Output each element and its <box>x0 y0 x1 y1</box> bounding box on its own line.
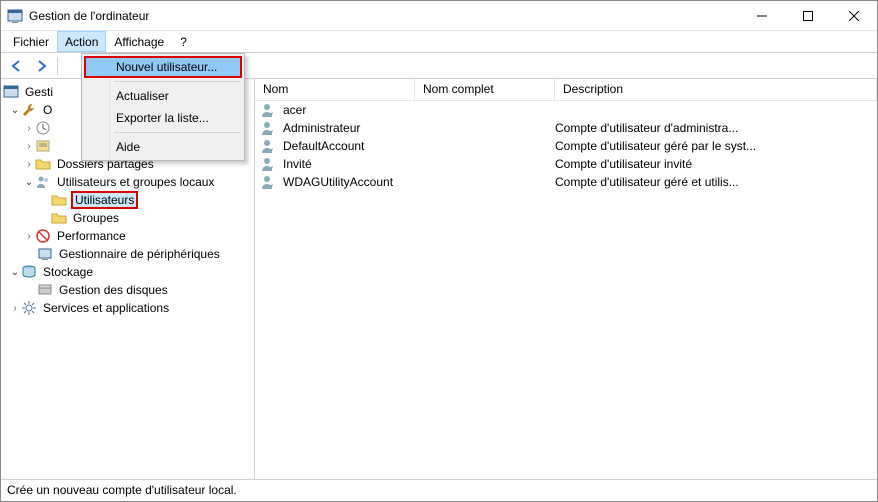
forward-button[interactable] <box>31 56 51 76</box>
user-name: DefaultAccount <box>283 139 364 153</box>
list-item[interactable]: acer <box>255 101 877 119</box>
user-icon <box>259 120 275 136</box>
menu-item-label: Aide <box>116 140 140 154</box>
expand-icon[interactable]: › <box>9 303 21 314</box>
menu-refresh[interactable]: Actualiser <box>84 85 242 107</box>
expand-icon[interactable]: ⌄ <box>23 177 35 188</box>
tree-label: Utilisateurs et groupes locaux <box>55 175 216 189</box>
user-icon <box>259 156 275 172</box>
user-name: acer <box>283 103 306 117</box>
user-name: WDAGUtilityAccount <box>283 175 393 189</box>
user-icon <box>259 102 275 118</box>
tree-label: Gestionnaire de périphériques <box>57 247 222 261</box>
expand-icon[interactable]: › <box>23 123 35 134</box>
titlebar: Gestion de l'ordinateur <box>1 1 877 31</box>
tree-label: Groupes <box>71 211 121 225</box>
expand-icon[interactable]: ⌄ <box>9 267 21 278</box>
menu-separator <box>114 132 240 133</box>
shared-folder-icon <box>35 156 51 172</box>
tree-label: Gestion des disques <box>57 283 170 297</box>
tree-label: Gesti <box>23 85 55 99</box>
users-list: Nom Nom complet Description acer Administ… <box>255 79 877 479</box>
folder-icon <box>51 192 67 208</box>
menu-item-label: Nouvel utilisateur... <box>116 60 217 74</box>
tree-performance[interactable]: › Performance <box>3 227 252 245</box>
tree-groups[interactable]: Groupes <box>3 209 252 227</box>
tree-local-users[interactable]: ⌄ Utilisateurs et groupes locaux <box>3 173 252 191</box>
tree-label: Performance <box>55 229 128 243</box>
menu-export-list[interactable]: Exporter la liste... <box>84 107 242 129</box>
expand-icon[interactable]: › <box>23 159 35 170</box>
list-item[interactable]: Invité Compte d'utilisateur invité <box>255 155 877 173</box>
status-text: Crée un nouveau compte d'utilisateur loc… <box>7 483 237 497</box>
scheduler-icon <box>35 120 51 136</box>
statusbar: Crée un nouveau compte d'utilisateur loc… <box>1 479 877 501</box>
list-item[interactable]: DefaultAccount Compte d'utilisateur géré … <box>255 137 877 155</box>
maximize-button[interactable] <box>785 1 831 31</box>
user-icon <box>259 138 275 154</box>
close-button[interactable] <box>831 1 877 31</box>
diskmgmt-icon <box>37 282 53 298</box>
menu-action[interactable]: Action <box>57 31 106 52</box>
menu-help-item[interactable]: Aide <box>84 136 242 158</box>
eventvwr-icon <box>35 138 51 154</box>
menu-separator <box>114 81 240 82</box>
expand-icon[interactable]: › <box>23 141 35 152</box>
menu-item-label: Exporter la liste... <box>116 111 209 125</box>
menu-view[interactable]: Affichage <box>106 31 172 52</box>
list-item[interactable]: WDAGUtilityAccount Compte d'utilisateur g… <box>255 173 877 191</box>
user-desc: Compte d'utilisateur géré par le syst... <box>555 139 877 153</box>
minimize-button[interactable] <box>739 1 785 31</box>
col-name[interactable]: Nom <box>255 79 415 100</box>
tree-devmgr[interactable]: Gestionnaire de périphériques <box>3 245 252 263</box>
tree-storage[interactable]: ⌄ Stockage <box>3 263 252 281</box>
list-header: Nom Nom complet Description <box>255 79 877 101</box>
menu-new-user[interactable]: Nouvel utilisateur... <box>84 56 242 78</box>
list-item[interactable]: Administrateur Compte d'utilisateur d'adm… <box>255 119 877 137</box>
menu-help[interactable]: ? <box>172 31 195 52</box>
menu-file[interactable]: Fichier <box>5 31 57 52</box>
action-menu-dropdown: Nouvel utilisateur... Actualiser Exporte… <box>81 53 245 161</box>
expand-icon[interactable]: › <box>23 231 35 242</box>
users-groups-icon <box>35 174 51 190</box>
col-desc[interactable]: Description <box>555 79 877 100</box>
expand-icon[interactable]: ⌄ <box>9 105 21 116</box>
devmgr-icon <box>37 246 53 262</box>
back-button[interactable] <box>7 56 27 76</box>
tree-label: O <box>41 103 54 117</box>
tree-label: Utilisateurs <box>71 191 138 209</box>
services-icon <box>21 300 37 316</box>
storage-icon <box>21 264 37 280</box>
tree-services[interactable]: › Services et applications <box>3 299 252 317</box>
app-icon <box>7 8 23 24</box>
user-name: Administrateur <box>283 121 360 135</box>
user-desc: Compte d'utilisateur d'administra... <box>555 121 877 135</box>
tree-users[interactable]: Utilisateurs <box>3 191 252 209</box>
user-icon <box>259 174 275 190</box>
menubar: Fichier Action Affichage ? <box>1 31 877 53</box>
toolbar-separator <box>57 57 58 75</box>
performance-icon <box>35 228 51 244</box>
tree-label: Stockage <box>41 265 95 279</box>
computer-mgmt-icon <box>3 84 19 100</box>
wrench-icon <box>21 102 37 118</box>
user-desc: Compte d'utilisateur géré et utilis... <box>555 175 877 189</box>
tree-label: Services et applications <box>41 301 171 315</box>
user-name: Invité <box>283 157 312 171</box>
user-desc: Compte d'utilisateur invité <box>555 157 877 171</box>
folder-icon <box>51 210 67 226</box>
menu-item-label: Actualiser <box>116 89 169 103</box>
col-fullname[interactable]: Nom complet <box>415 79 555 100</box>
toolbar: Nouvel utilisateur... Actualiser Exporte… <box>1 53 877 79</box>
window-title: Gestion de l'ordinateur <box>29 9 739 23</box>
tree-diskmgmt[interactable]: Gestion des disques <box>3 281 252 299</box>
